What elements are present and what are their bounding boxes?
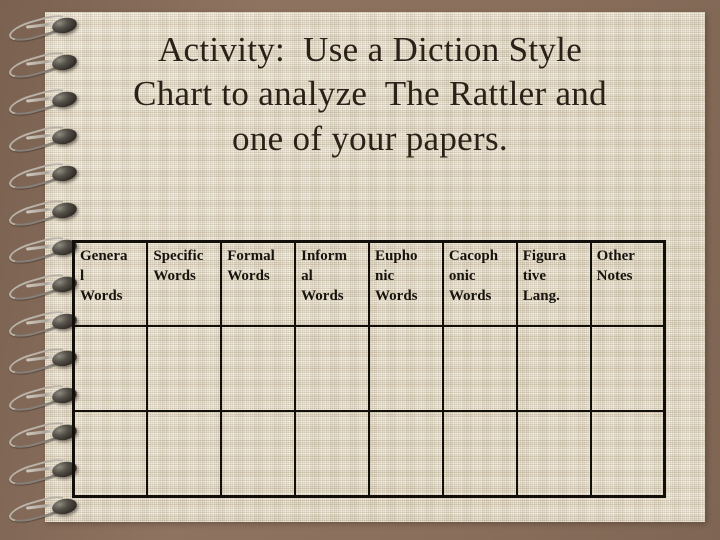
header-line: Formal [227,248,275,264]
column-header-other-notes: Other Notes [589,240,666,327]
title-line-1: Activity: Use a Diction Style [157,30,583,69]
header-line: l [80,267,85,284]
chart-cell[interactable] [72,325,149,412]
table-row [72,325,666,412]
chart-cell[interactable] [441,410,518,498]
header-line: Words [301,287,344,304]
chart-cell[interactable] [294,410,370,498]
chart-header-row: Genera l Words Specific Words Formal Wor… [72,240,666,327]
chart-cell[interactable] [220,410,297,498]
header-line: Words [227,267,270,284]
chart-cell[interactable] [589,325,666,412]
chart-cell[interactable] [146,410,223,498]
header-line: Words [448,287,492,304]
chart-cell[interactable] [146,325,223,412]
header-line: Figura [522,248,567,264]
header-line: Words [153,267,196,284]
title-line-3: one of your papers. [232,118,508,158]
header-line: al [301,267,313,284]
column-header-specific-words: Specific Words [146,240,223,327]
header-line: Other [596,248,635,264]
header-line: Words [80,287,123,304]
chart-cell[interactable] [515,410,592,498]
slide-title: Activity: Use a Diction Style Chart to a… [50,28,690,161]
header-line: onic [448,267,476,284]
header-line: Cacoph [448,248,499,264]
chart-cell[interactable] [294,325,370,412]
chart-cell[interactable] [589,410,666,498]
chart-header-row-group: Genera l Words Specific Words Formal Wor… [72,240,666,327]
chart-cell[interactable] [515,325,592,412]
presentation-slide: Activity: Use a Diction Style Chart to a… [0,0,720,540]
chart-body [72,325,666,498]
diction-chart-table: Genera l Words Specific Words Formal Wor… [72,240,666,498]
column-header-figurative-lang: Figura tive Lang. [515,240,592,327]
header-line: Notes [596,267,633,284]
table-row [72,410,666,498]
header-line: Genera [80,248,128,264]
column-header-informal-words: Inform al Words [294,240,370,327]
header-line: Specific [153,248,204,264]
header-line: nic [375,267,395,284]
chart-cell[interactable] [368,325,444,412]
header-line: Lang. [522,287,560,304]
column-header-general-words: Genera l Words [72,240,149,327]
title-line-2: Chart to analyze The Rattler and [133,74,607,114]
header-line: Inform [301,248,347,264]
chart-cell[interactable] [441,325,518,412]
column-header-cacophonic-words: Cacoph onic Words [441,240,518,327]
header-line: Eupho [375,248,418,264]
chart-cell[interactable] [368,410,444,498]
diction-style-chart: Genera l Words Specific Words Formal Wor… [72,240,666,498]
chart-cell[interactable] [220,325,297,412]
column-header-euphonic-words: Eupho nic Words [368,240,444,327]
chart-cell[interactable] [72,410,149,498]
column-header-formal-words: Formal Words [220,240,297,327]
header-line: Words [375,287,418,304]
header-line: tive [522,267,547,284]
